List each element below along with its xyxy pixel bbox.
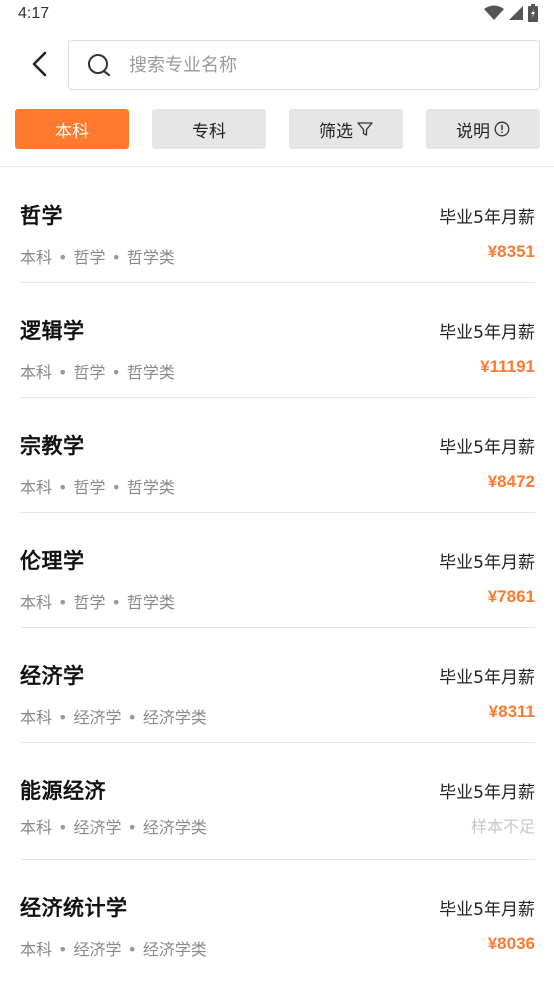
top-bar: 搜索专业名称 [0, 38, 554, 94]
battery-icon [528, 4, 538, 26]
list-item[interactable]: 经济统计学 本科 • 经济学 • 经济学类 毕业5年月薪 ¥8036 [20, 860, 535, 974]
major-category: 经济学类 [142, 818, 207, 837]
list-item[interactable]: 伦理学 本科 • 哲学 • 哲学类 毕业5年月薪 ¥7861 [20, 513, 535, 628]
salary-label: 毕业5年月薪 [439, 438, 535, 458]
tab-undergraduate[interactable]: 本科 [15, 109, 129, 149]
salary-label: 毕业5年月薪 [439, 783, 535, 803]
major-meta: 本科 • 哲学 • 哲学类 [20, 593, 175, 612]
search-icon [87, 53, 113, 79]
major-meta: 本科 • 经济学 • 经济学类 [20, 940, 207, 959]
salary-label: 毕业5年月薪 [439, 208, 535, 228]
major-name: 能源经济 [20, 779, 106, 803]
tab-label: 本科 [55, 121, 89, 142]
tab-info[interactable]: 说明 [426, 109, 540, 149]
wifi-icon [484, 5, 504, 25]
salary-value: ¥8351 [487, 242, 535, 261]
major-discipline: 哲学 [73, 593, 106, 612]
major-category: 哲学类 [126, 248, 175, 267]
salary-value: ¥8472 [487, 472, 535, 491]
list-item[interactable]: 经济学 本科 • 经济学 • 经济学类 毕业5年月薪 ¥8311 [20, 628, 535, 743]
major-discipline: 哲学 [73, 478, 106, 497]
major-name: 哲学 [20, 204, 63, 228]
major-level: 本科 [20, 478, 53, 497]
major-level: 本科 [20, 248, 53, 267]
major-meta: 本科 • 经济学 • 经济学类 [20, 708, 207, 727]
list-item[interactable]: 能源经济 本科 • 经济学 • 经济学类 毕业5年月薪 样本不足 [20, 743, 535, 860]
major-level: 本科 [20, 593, 53, 612]
major-discipline: 哲学 [73, 248, 106, 267]
salary-label: 毕业5年月薪 [439, 900, 535, 920]
salary-value: ¥8036 [487, 934, 535, 953]
major-name: 经济学 [20, 664, 85, 688]
app-screen: 4:17 搜索专业名称 本科 专科 筛选 说明 哲学 本科 • 哲学 • 哲学类… [0, 0, 554, 984]
salary-value: 样本不足 [470, 817, 535, 836]
list-item[interactable]: 哲学 本科 • 哲学 • 哲学类 毕业5年月薪 ¥8351 [20, 168, 535, 283]
major-name: 逻辑学 [20, 319, 85, 343]
info-icon [494, 121, 510, 137]
signal-icon [508, 5, 524, 25]
filter-tabs: 本科 专科 筛选 说明 [0, 109, 554, 151]
salary-value: ¥8311 [488, 702, 535, 721]
filter-icon [357, 121, 373, 137]
salary-label: 毕业5年月薪 [439, 323, 535, 343]
major-list: 哲学 本科 • 哲学 • 哲学类 毕业5年月薪 ¥8351 逻辑学 本科 • 哲学 • 哲学类 … [0, 168, 554, 974]
tab-label: 说明 [456, 121, 490, 142]
major-level: 本科 [20, 363, 53, 382]
major-name: 经济统计学 [20, 896, 128, 920]
tab-filter[interactable]: 筛选 [289, 109, 403, 149]
major-level: 本科 [20, 708, 53, 727]
major-meta: 本科 • 哲学 • 哲学类 [20, 478, 175, 497]
status-time: 4:17 [18, 5, 50, 22]
salary-value: ¥11191 [480, 357, 535, 376]
chevron-left-icon [31, 51, 49, 81]
major-name: 宗教学 [20, 434, 85, 458]
major-meta: 本科 • 哲学 • 哲学类 [20, 363, 175, 382]
search-placeholder: 搜索专业名称 [129, 55, 237, 76]
major-discipline: 经济学 [73, 818, 122, 837]
status-icons [484, 4, 538, 26]
back-button[interactable] [22, 48, 58, 84]
major-category: 经济学类 [142, 940, 207, 959]
major-name: 伦理学 [20, 549, 85, 573]
major-category: 经济学类 [142, 708, 207, 727]
search-input[interactable]: 搜索专业名称 [68, 40, 540, 90]
major-discipline: 经济学 [73, 708, 122, 727]
major-level: 本科 [20, 940, 53, 959]
tab-label: 专科 [192, 121, 226, 142]
salary-value: ¥7861 [487, 587, 535, 606]
list-item[interactable]: 逻辑学 本科 • 哲学 • 哲学类 毕业5年月薪 ¥11191 [20, 283, 535, 398]
major-discipline: 经济学 [73, 940, 122, 959]
tab-junior-college[interactable]: 专科 [152, 109, 266, 149]
tab-label: 筛选 [319, 121, 353, 142]
list-item[interactable]: 宗教学 本科 • 哲学 • 哲学类 毕业5年月薪 ¥8472 [20, 398, 535, 513]
major-category: 哲学类 [126, 478, 175, 497]
major-meta: 本科 • 哲学 • 哲学类 [20, 248, 175, 267]
major-meta: 本科 • 经济学 • 经济学类 [20, 818, 207, 837]
major-level: 本科 [20, 818, 53, 837]
salary-label: 毕业5年月薪 [439, 668, 535, 688]
header-divider [0, 166, 554, 167]
major-category: 哲学类 [126, 363, 175, 382]
status-bar: 4:17 [0, 0, 554, 30]
major-category: 哲学类 [126, 593, 175, 612]
major-discipline: 哲学 [73, 363, 106, 382]
salary-label: 毕业5年月薪 [439, 553, 535, 573]
